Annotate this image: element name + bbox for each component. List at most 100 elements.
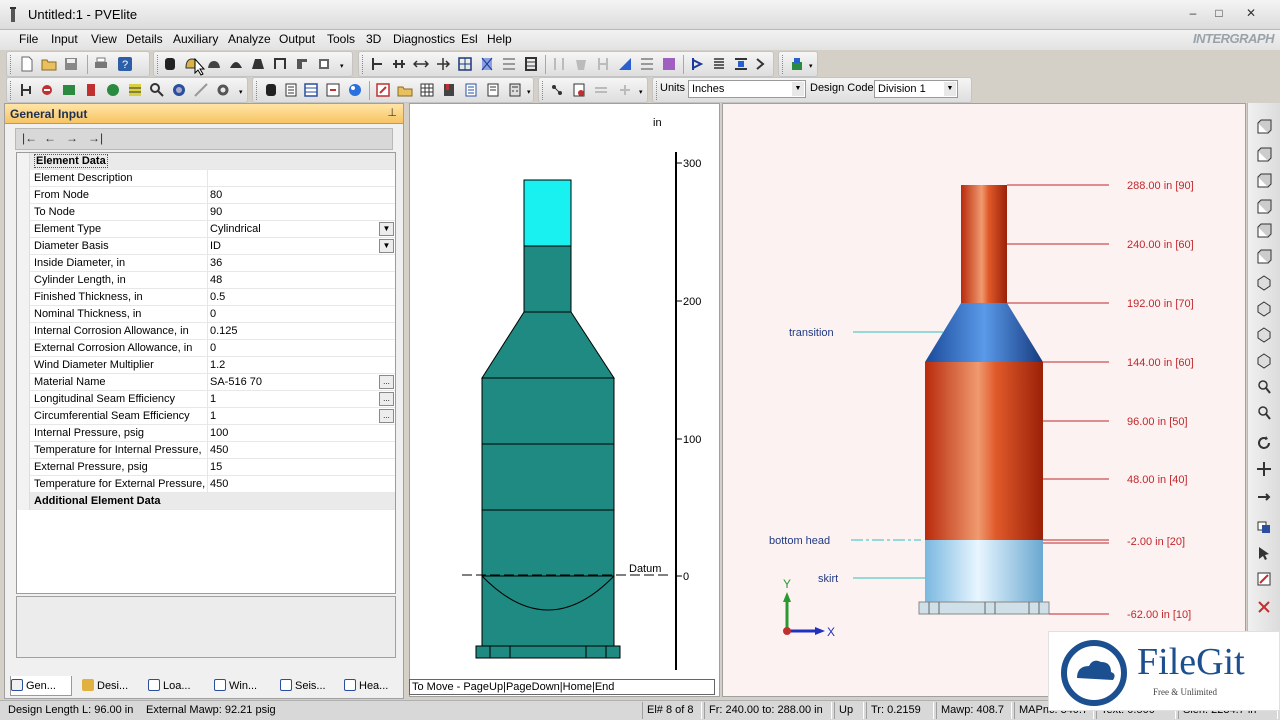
menu-esl[interactable]: Esl — [458, 32, 481, 46]
open-report-icon[interactable] — [397, 82, 413, 98]
row-value[interactable]: 90 — [210, 206, 222, 218]
delete-node-icon[interactable] — [571, 82, 587, 98]
wind-icon[interactable] — [105, 82, 121, 98]
body-flange-icon[interactable] — [294, 56, 310, 72]
row-value[interactable]: 100 — [210, 427, 228, 439]
vessel-element[interactable] — [481, 509, 615, 577]
pipe-icon[interactable] — [617, 56, 633, 72]
section-additional-element-data[interactable]: Additional Element Data — [17, 493, 395, 510]
iso-view-3-icon[interactable] — [1256, 327, 1272, 343]
grid-row-inside-diameter[interactable]: Inside Diameter, in 36 — [17, 255, 395, 272]
help-icon[interactable]: ? — [117, 56, 133, 72]
toolbar-overflow-icon[interactable]: ▾ — [340, 62, 344, 70]
saddle-icon[interactable] — [753, 56, 769, 72]
last-element-button[interactable]: →| — [88, 131, 103, 145]
vessel-element[interactable] — [523, 245, 572, 313]
open-folder-icon[interactable] — [41, 56, 57, 72]
report-icon[interactable] — [283, 82, 299, 98]
halfpipe-icon[interactable] — [661, 56, 677, 72]
menu-auxiliary[interactable]: Auxiliary — [170, 32, 221, 46]
menu-3d[interactable]: 3D — [363, 32, 384, 46]
measure-icon[interactable] — [193, 82, 209, 98]
skirt[interactable] — [481, 575, 615, 647]
iso-view-icon[interactable] — [1256, 275, 1272, 291]
menu-file[interactable]: File — [16, 32, 41, 46]
menu-analyze[interactable]: Analyze — [225, 32, 274, 46]
shell-top[interactable] — [961, 185, 1007, 303]
insert-icon[interactable] — [593, 82, 609, 98]
vessel-cone[interactable] — [481, 311, 615, 379]
globe-icon[interactable] — [171, 82, 187, 98]
previous-element-button[interactable]: ← — [44, 131, 56, 145]
row-value[interactable]: SA-516 70 — [210, 376, 262, 388]
ellipsis-button[interactable]: ... — [379, 409, 394, 423]
next-element-button[interactable]: → — [66, 131, 78, 145]
bookmark-icon[interactable] — [441, 82, 457, 98]
rotate-icon[interactable] — [1256, 435, 1272, 451]
vessel-element[interactable] — [481, 377, 615, 445]
grid-row-internal-pressure[interactable]: Internal Pressure, psig 100 — [17, 425, 395, 442]
menu-diagnostics[interactable]: Diagnostics — [390, 32, 458, 46]
grid-row-longitudinal-efficiency[interactable]: Longitudinal Seam Efficiency 1... — [17, 391, 395, 408]
tubesheet-icon[interactable] — [689, 56, 705, 72]
grid-row-temp-internal[interactable]: Temperature for Internal Pressure, 450 — [17, 442, 395, 459]
clip-icon[interactable] — [733, 56, 749, 72]
tab-loads[interactable]: Loa... — [148, 676, 204, 696]
row-value[interactable]: 450 — [210, 478, 228, 490]
insulation-icon[interactable] — [523, 56, 539, 72]
torispherical-head-icon[interactable] — [206, 56, 222, 72]
row-value[interactable]: ID — [210, 240, 221, 252]
toolbar-overflow-icon[interactable]: ▾ — [527, 88, 531, 96]
grid-row-element-description[interactable]: Element Description — [17, 170, 395, 187]
grid-row-element-type[interactable]: Element Type Cylindrical ▼ — [17, 221, 395, 238]
units-select[interactable]: Inches ▼ — [688, 80, 806, 98]
flange-calc-icon[interactable] — [83, 82, 99, 98]
grid-row-external-pressure[interactable]: External Pressure, psig 15 — [17, 459, 395, 476]
split-icon[interactable] — [617, 82, 633, 98]
menu-input[interactable]: Input — [48, 32, 81, 46]
design-code-select[interactable]: Division 1 ▼ — [874, 80, 958, 98]
spherical-head-icon[interactable] — [228, 56, 244, 72]
lug-icon[interactable] — [479, 56, 495, 72]
view-front-icon[interactable] — [1256, 119, 1272, 135]
3d-view[interactable]: 288.00 in [90] 240.00 in [60] 192.00 in … — [722, 103, 1246, 697]
grid-row-diameter-basis[interactable]: Diameter Basis ID ▼ — [17, 238, 395, 255]
seismic-icon[interactable] — [127, 82, 143, 98]
chevron-down-icon[interactable]: ▼ — [944, 82, 956, 96]
doc-icon[interactable] — [463, 82, 479, 98]
grid-row-to-node[interactable]: To Node 90 — [17, 204, 395, 221]
ring-icon[interactable] — [369, 56, 385, 72]
maximize-button[interactable]: □ — [1208, 4, 1230, 22]
render-3d-icon[interactable] — [789, 56, 805, 72]
vessel-element[interactable] — [481, 443, 615, 511]
close-button[interactable]: ✕ — [1240, 4, 1262, 22]
tab-design[interactable]: Desi... — [82, 676, 142, 696]
shell-bottom[interactable] — [925, 362, 1043, 540]
nozzle-icon[interactable] — [501, 56, 517, 72]
zoom-out-icon[interactable] — [1256, 405, 1272, 421]
cylinder-view-icon[interactable] — [263, 82, 279, 98]
selected-element[interactable] — [523, 179, 572, 247]
grid-row-wind-multiplier[interactable]: Wind Diameter Multiplier 1.2 — [17, 357, 395, 374]
stiffener-icon[interactable] — [391, 56, 407, 72]
menu-help[interactable]: Help — [484, 32, 515, 46]
pan-icon[interactable] — [1256, 461, 1272, 477]
menu-details[interactable]: Details — [123, 32, 166, 46]
view-left-icon[interactable] — [1256, 173, 1272, 189]
chevron-down-icon[interactable]: ▼ — [379, 222, 394, 236]
grid-row-material-name[interactable]: Material Name SA-516 70... — [17, 374, 395, 391]
tab-seismic[interactable]: Seis... — [280, 676, 338, 696]
notes-icon[interactable] — [485, 82, 501, 98]
tab-wind[interactable]: Win... — [214, 676, 272, 696]
grid-icon[interactable] — [419, 82, 435, 98]
row-value[interactable]: 1 — [210, 393, 216, 405]
row-value[interactable]: 0 — [210, 308, 216, 320]
first-element-button[interactable]: |← — [22, 131, 37, 145]
zoom-extents-icon[interactable] — [1256, 489, 1272, 505]
row-value[interactable]: 0.5 — [210, 291, 225, 303]
ellipsis-button[interactable]: ... — [379, 375, 394, 389]
error-check-icon[interactable] — [39, 82, 55, 98]
grid-row-circumferential-efficiency[interactable]: Circumferential Seam Efficiency 1... — [17, 408, 395, 425]
grid-row-temp-external[interactable]: Temperature for External Pressure, 450 — [17, 476, 395, 493]
elevation-view[interactable]: in 300 200 100 0 Datum — [409, 103, 720, 697]
